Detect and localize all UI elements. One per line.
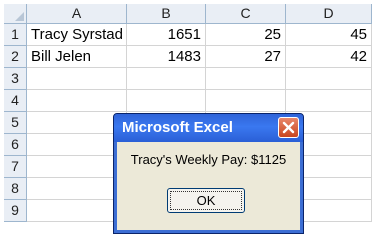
- cell-a4[interactable]: [27, 90, 127, 112]
- message-box: Microsoft Excel Tracy's Weekly Pay: $112…: [113, 113, 304, 234]
- row-header-5[interactable]: 5: [4, 112, 27, 134]
- cell-a3[interactable]: [27, 68, 127, 90]
- cell-a9[interactable]: [27, 200, 127, 222]
- cell-d1[interactable]: 45: [286, 24, 372, 46]
- dialog-title: Microsoft Excel: [122, 119, 233, 136]
- column-header-c[interactable]: C: [206, 4, 286, 24]
- cell-b4[interactable]: [127, 90, 206, 112]
- row-header-9[interactable]: 9: [4, 200, 27, 222]
- cell-a1[interactable]: Tracy Syrstad: [27, 24, 127, 46]
- dialog-message: Tracy's Weekly Pay: $1125: [130, 152, 287, 167]
- row-header-6[interactable]: 6: [4, 134, 27, 156]
- row-header-8[interactable]: 8: [4, 178, 27, 200]
- cell-a2[interactable]: Bill Jelen: [27, 46, 127, 68]
- cell-b3[interactable]: [127, 68, 206, 90]
- cell-a8[interactable]: [27, 178, 127, 200]
- cell-a7[interactable]: [27, 156, 127, 178]
- select-all-corner[interactable]: [4, 4, 27, 24]
- cell-c3[interactable]: [206, 68, 286, 90]
- cell-c2[interactable]: 27: [206, 46, 286, 68]
- close-icon[interactable]: [278, 117, 299, 138]
- cell-c4[interactable]: [206, 90, 286, 112]
- row-header-3[interactable]: 3: [4, 68, 27, 90]
- column-header-d[interactable]: D: [286, 4, 372, 24]
- cell-b2[interactable]: 1483: [127, 46, 206, 68]
- cell-d3[interactable]: [286, 68, 372, 90]
- row-header-2[interactable]: 2: [4, 46, 27, 68]
- cell-d4[interactable]: [286, 90, 372, 112]
- cell-b1[interactable]: 1651: [127, 24, 206, 46]
- row-header-1[interactable]: 1: [4, 24, 27, 46]
- row-header-4[interactable]: 4: [4, 90, 27, 112]
- dialog-title-bar[interactable]: Microsoft Excel: [114, 114, 303, 142]
- cell-a5[interactable]: [27, 112, 127, 134]
- cell-d2[interactable]: 42: [286, 46, 372, 68]
- row-header-7[interactable]: 7: [4, 156, 27, 178]
- cell-c1[interactable]: 25: [206, 24, 286, 46]
- dialog-client-area: Tracy's Weekly Pay: $1125 OK: [117, 142, 300, 230]
- column-header-b[interactable]: B: [127, 4, 206, 24]
- cell-a6[interactable]: [27, 134, 127, 156]
- ok-focus-ring: [170, 191, 242, 210]
- ok-button[interactable]: OK: [167, 188, 245, 213]
- column-header-a[interactable]: A: [27, 4, 127, 24]
